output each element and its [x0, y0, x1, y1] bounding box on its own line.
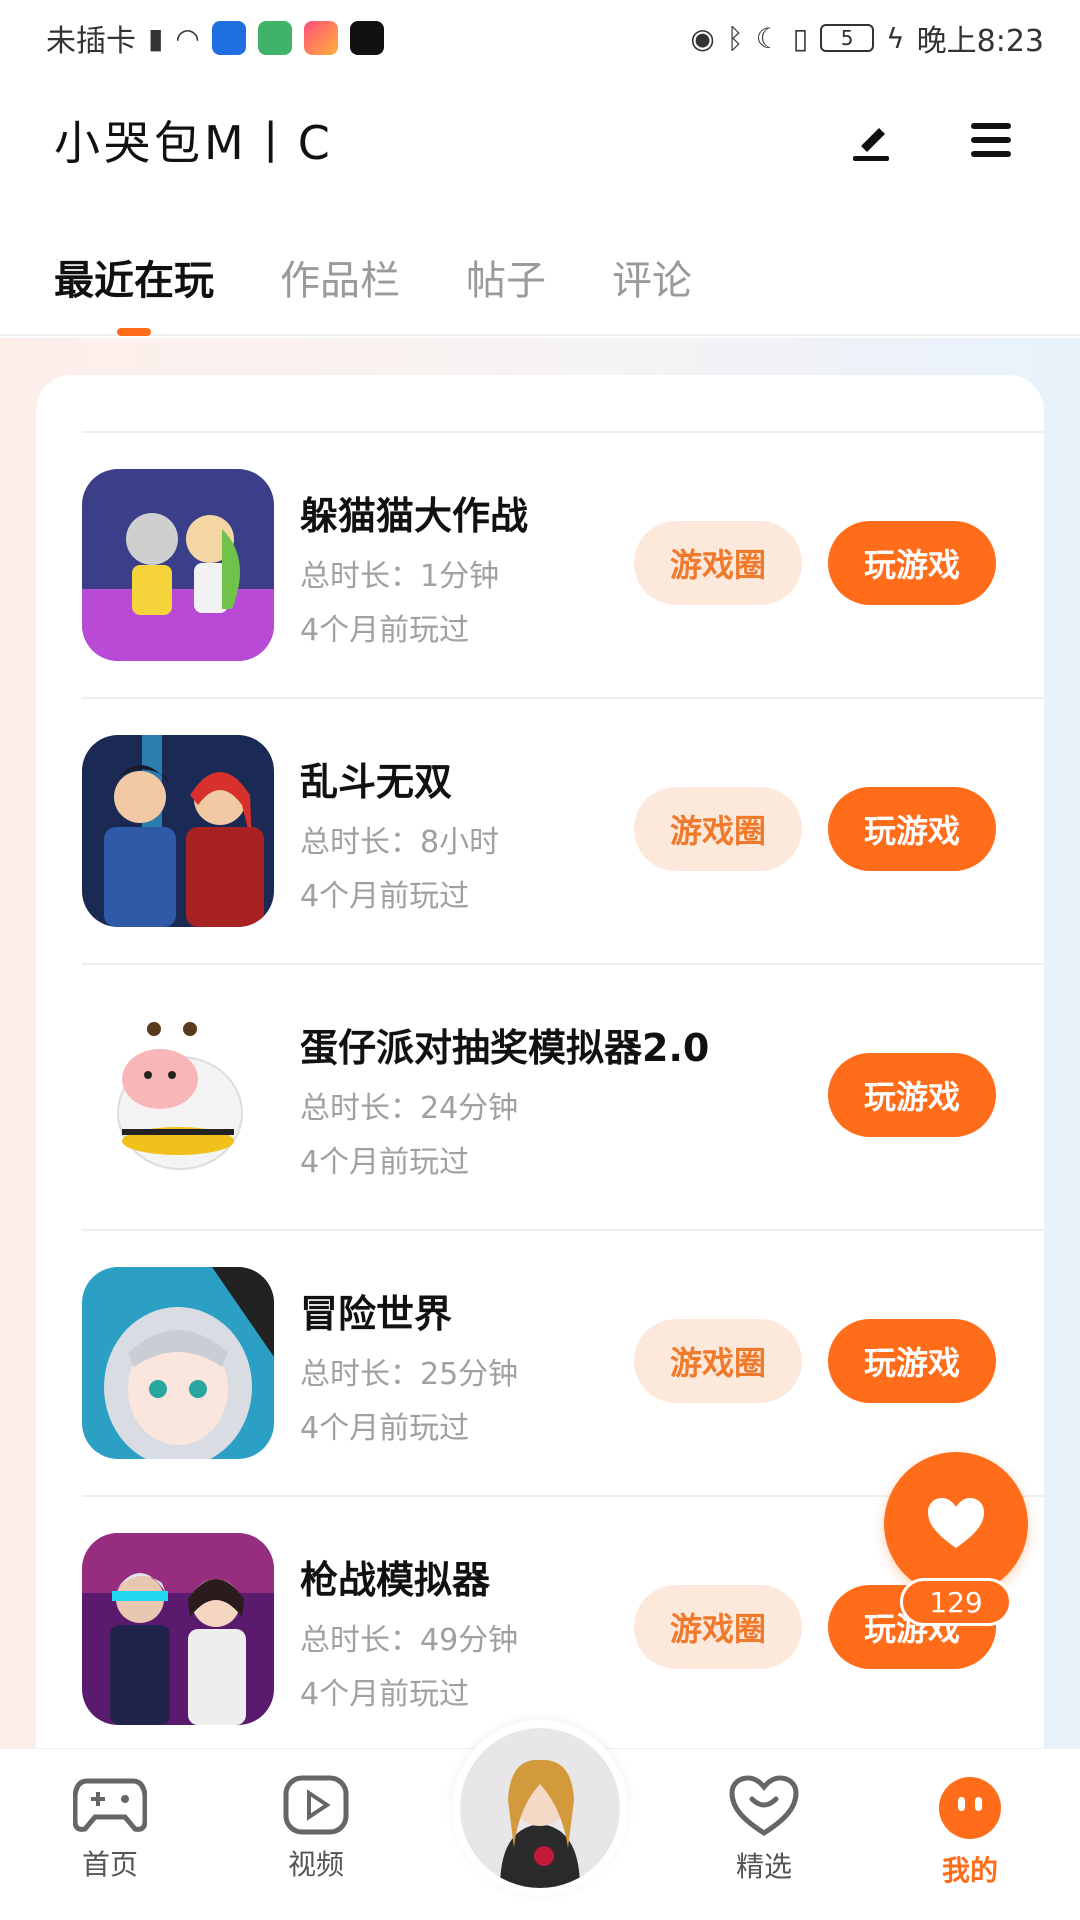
game-circle-button[interactable]: 游戏圈 [634, 787, 802, 871]
nav-label: 视频 [287, 1848, 344, 1881]
nav-item-featured[interactable]: 精选 [694, 1775, 834, 1885]
play-game-button[interactable]: 玩游戏 [828, 521, 996, 605]
nav-item-video[interactable]: 视频 [246, 1775, 386, 1883]
tab-label: 最近在玩 [54, 258, 214, 304]
header: 小哭包M丨C [0, 90, 1080, 190]
sim-alert-icon: ▮ [148, 21, 164, 55]
game-circle-button[interactable]: 游戏圈 [634, 521, 802, 605]
carrier-text: 未插卡 [46, 24, 136, 59]
game-last-played: 4个月前玩过 [300, 613, 470, 648]
center-avatar-button[interactable] [452, 1720, 628, 1896]
game-name: 蛋仔派对抽奖模拟器2.0 [300, 1026, 710, 1070]
like-fab-button[interactable] [884, 1452, 1028, 1596]
game-name: 乱斗无双 [300, 760, 453, 804]
game-circle-button[interactable]: 游戏圈 [634, 1585, 802, 1669]
status-right: ◉ ᛒ ☾ ▯ 5 ϟ 晚上8:23 [690, 16, 1044, 60]
game-last-played: 4个月前玩过 [300, 1677, 470, 1712]
game-thumbnail[interactable] [82, 735, 274, 927]
tab-label: 作品栏 [280, 258, 400, 304]
vibrate-icon: ▯ [792, 21, 809, 55]
nav-item-mine[interactable]: 我的 [900, 1775, 1040, 1889]
tab-recent[interactable]: 最近在玩 [54, 230, 214, 336]
nav-label: 精选 [735, 1850, 792, 1883]
menu-icon [971, 123, 1011, 157]
moon-icon: ☾ [755, 21, 781, 55]
game-duration: 总时长：1分钟 [300, 559, 500, 594]
heart-icon [928, 1498, 984, 1548]
game-thumbnail[interactable] [82, 469, 274, 661]
game-row[interactable]: 躲猫猫大作战 总时长：1分钟 4个月前玩过 游戏圈 玩游戏 [82, 431, 1044, 697]
game-last-played: 4个月前玩过 [300, 1411, 470, 1446]
bluetooth-icon: ᛒ [726, 21, 744, 55]
app-notification-icon [257, 21, 292, 55]
avatar [460, 1728, 620, 1888]
game-thumbnail[interactable] [82, 1267, 274, 1459]
header-actions [846, 115, 1016, 165]
game-duration: 总时长：8小时 [300, 825, 500, 860]
page-title: 小哭包M丨C [54, 116, 334, 170]
game-thumbnail[interactable] [82, 1533, 274, 1725]
active-tab-indicator [117, 328, 151, 336]
game-thumbnail[interactable] [82, 1001, 274, 1193]
tab-label: 评论 [612, 258, 692, 304]
app-notification-icon [303, 21, 338, 55]
eye-icon: ◉ [690, 21, 715, 55]
game-duration: 总时长：24分钟 [300, 1091, 519, 1126]
status-left: 未插卡 ▮ ◠ [46, 16, 384, 60]
tab-works[interactable]: 作品栏 [280, 230, 400, 336]
profile-tabs: 最近在玩 作品栏 帖子 评论 [0, 230, 1080, 336]
game-circle-button[interactable]: 游戏圈 [634, 1319, 802, 1403]
battery-icon: 5 [820, 24, 875, 52]
wifi-icon: ◠ [175, 21, 200, 55]
like-count-badge: 129 [900, 1578, 1012, 1626]
nav-label: 首页 [81, 1848, 138, 1881]
play-game-button[interactable]: 玩游戏 [828, 1053, 996, 1137]
game-name: 躲猫猫大作战 [300, 494, 529, 538]
edit-icon [853, 128, 889, 161]
tab-comments[interactable]: 评论 [612, 230, 692, 336]
gamepad-icon [73, 1778, 147, 1832]
play-game-button[interactable]: 玩游戏 [828, 1319, 996, 1403]
app-notification-icon [349, 21, 384, 55]
menu-button[interactable] [966, 115, 1016, 165]
nav-item-home[interactable]: 首页 [40, 1775, 180, 1883]
status-bar: 未插卡 ▮ ◠ ◉ ᛒ ☾ ▯ 5 ϟ 晚上8:23 [0, 0, 1080, 76]
tab-label: 帖子 [466, 258, 546, 304]
tab-posts[interactable]: 帖子 [466, 230, 546, 336]
clock-time: 晚上8:23 [916, 24, 1044, 59]
charging-icon: ϟ [886, 21, 905, 55]
app-notification-icon [211, 21, 246, 55]
face-icon [939, 1777, 1001, 1839]
edit-button[interactable] [846, 115, 896, 165]
play-game-button[interactable]: 玩游戏 [828, 787, 996, 871]
nav-label: 我的 [941, 1854, 998, 1887]
game-row[interactable]: 乱斗无双 总时长：8小时 4个月前玩过 游戏圈 玩游戏 [82, 697, 1044, 963]
game-name: 冒险世界 [300, 1292, 453, 1336]
game-last-played: 4个月前玩过 [300, 879, 470, 914]
game-last-played: 4个月前玩过 [300, 1145, 470, 1180]
game-name: 枪战模拟器 [300, 1558, 491, 1602]
game-duration: 总时长：25分钟 [300, 1357, 519, 1392]
game-duration: 总时长：49分钟 [300, 1623, 519, 1658]
game-row[interactable]: 冒险世界 总时长：25分钟 4个月前玩过 游戏圈 玩游戏 [82, 1229, 1044, 1495]
game-row[interactable]: 蛋仔派对抽奖模拟器2.0 总时长：24分钟 4个月前玩过 玩游戏 [82, 963, 1044, 1229]
heart-chat-icon [729, 1775, 799, 1836]
video-icon [283, 1775, 349, 1835]
